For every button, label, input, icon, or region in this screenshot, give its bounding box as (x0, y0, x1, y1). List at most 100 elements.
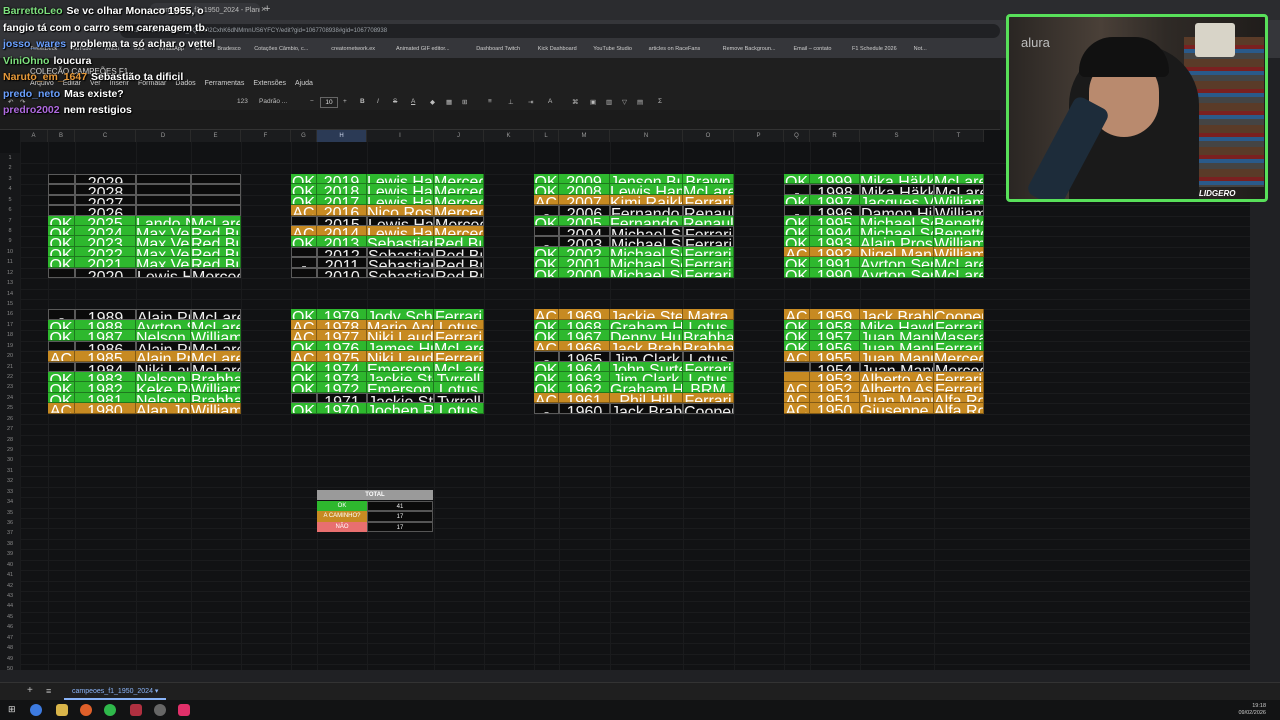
system-clock[interactable]: 19:18 09/02/2026 (1238, 703, 1266, 717)
team-cell[interactable]: Cooper (934, 309, 984, 320)
row-header[interactable]: 8 (0, 226, 20, 237)
year-cell[interactable]: 1972 (317, 382, 367, 393)
driver-cell[interactable]: Michael Schumacher (610, 246, 683, 258)
team-cell[interactable]: Benetton (934, 226, 984, 237)
team-cell[interactable]: Red Bull (434, 257, 484, 268)
year-cell[interactable]: 1998 (810, 184, 860, 195)
driver-cell[interactable]: Graham Hill (610, 319, 683, 331)
year-cell[interactable]: 1976 (317, 340, 367, 352)
driver-cell[interactable]: Ayrton Senna (860, 267, 934, 279)
status-cell[interactable]: AC (534, 340, 559, 352)
status-cell[interactable]: OK (534, 330, 559, 341)
driver-cell[interactable]: Lewis Hamilton (367, 215, 434, 226)
status-cell[interactable]: OK (48, 236, 75, 247)
team-cell[interactable]: Williams (191, 330, 241, 341)
driver-cell[interactable]: Jim Clark (610, 351, 683, 362)
team-cell[interactable]: McLaren (934, 184, 984, 195)
year-cell[interactable]: 1965 (559, 351, 610, 362)
status-cell[interactable]: AC (534, 194, 559, 206)
team-cell[interactable]: Alfa Romeo (934, 403, 984, 414)
team-cell[interactable]: Mercedes (191, 267, 241, 279)
driver-cell[interactable] (136, 194, 191, 206)
team-cell[interactable]: McLaren (434, 361, 484, 373)
driver-cell[interactable]: Denny Hulme (610, 330, 683, 341)
driver-cell[interactable]: Jackie Stewart (610, 309, 683, 320)
row-header[interactable]: 33 (0, 486, 20, 498)
status-cell[interactable]: OK (48, 372, 75, 383)
driver-cell[interactable]: Lewis Hamilton (367, 184, 434, 195)
row-header[interactable]: 44 (0, 601, 20, 612)
status-cell[interactable]: AC (534, 309, 559, 320)
year-cell[interactable]: 2012 (317, 246, 367, 258)
driver-cell[interactable]: Ayrton Senna (860, 257, 934, 268)
team-cell[interactable]: Ferrari (434, 309, 484, 320)
year-cell[interactable]: 2005 (559, 215, 610, 226)
bookmark-item[interactable]: articles on RaceFans (649, 46, 701, 52)
year-cell[interactable]: 1951 (810, 392, 860, 404)
status-cell[interactable]: AC (291, 319, 317, 331)
year-cell[interactable]: 1985 (75, 351, 136, 362)
driver-cell[interactable] (136, 173, 191, 185)
row-header[interactable]: 14 (0, 288, 20, 299)
row-header[interactable]: 36 (0, 518, 20, 529)
column-header[interactable]: B (48, 130, 75, 142)
year-cell[interactable]: 2023 (75, 236, 136, 247)
status-cell[interactable]: OK (48, 226, 75, 237)
driver-cell[interactable]: Alain Prost (136, 351, 191, 362)
year-cell[interactable]: 2000 (559, 267, 610, 279)
column-header[interactable]: K (484, 130, 534, 142)
url-input[interactable]: ...1V7hN8UWWwIAT_1QlGc02CxhK6dNMmnUS6YFC… (120, 24, 1000, 38)
team-cell[interactable]: Lotus (683, 372, 734, 383)
status-cell[interactable]: - (534, 205, 559, 216)
driver-cell[interactable]: Fernando Alonso (610, 215, 683, 226)
status-cell[interactable]: OK (784, 236, 810, 247)
driver-cell[interactable]: James Hunt (367, 340, 434, 352)
row-header[interactable]: 6 (0, 205, 20, 216)
year-cell[interactable]: 1952 (810, 382, 860, 393)
driver-cell[interactable]: Alberto Ascari (860, 372, 934, 383)
status-cell[interactable]: OK (48, 382, 75, 393)
team-cell[interactable]: Cooper (683, 403, 734, 414)
driver-cell[interactable]: Keke Rosberg (136, 382, 191, 393)
spreadsheet-grid[interactable]: A B C D E F G H I J K L M N O P Q R S T 1 2 3 4 5 6 7 8 9 10 11 12 13 14 1… (0, 130, 1250, 670)
font-size-input[interactable]: 10 (320, 97, 338, 108)
row-header[interactable]: 1 (0, 153, 20, 164)
row-header[interactable]: 9 (0, 236, 20, 247)
year-cell[interactable]: 1994 (810, 226, 860, 237)
driver-cell[interactable]: Max Verstappen (136, 257, 191, 268)
status-cell[interactable]: - (48, 361, 75, 373)
row-header[interactable]: 19 (0, 340, 20, 352)
row-header[interactable]: 10 (0, 246, 20, 258)
driver-cell[interactable]: Lewis Hamilton (367, 226, 434, 237)
driver-cell[interactable]: Jackie Stewart (367, 392, 434, 404)
column-header[interactable]: E (191, 130, 241, 142)
team-cell[interactable]: Mercedes (934, 351, 984, 362)
status-cell[interactable]: AC (784, 309, 810, 320)
year-cell[interactable]: 1982 (75, 382, 136, 393)
driver-cell[interactable]: Phil Hill (610, 392, 683, 404)
row-header[interactable]: 28 (0, 434, 20, 446)
bookmark-item[interactable]: F1 Schedule 2026 (852, 46, 897, 52)
driver-cell[interactable]: Lewis Hamilton (136, 267, 191, 279)
driver-cell[interactable]: Lewis Hamilton (610, 184, 683, 195)
driver-cell[interactable]: Michael Schumacher (860, 226, 934, 237)
decrease-font-icon[interactable]: − (310, 98, 314, 105)
bold-icon[interactable]: B (360, 98, 365, 105)
row-header[interactable]: 5 (0, 194, 20, 206)
year-cell[interactable]: 1981 (75, 392, 136, 404)
year-cell[interactable]: 2001 (559, 257, 610, 268)
status-cell[interactable]: - (291, 267, 317, 279)
status-cell[interactable]: - (291, 246, 317, 258)
team-cell[interactable]: Ferrari (683, 361, 734, 373)
team-cell[interactable]: Lotus (683, 319, 734, 331)
column-header[interactable]: S (860, 130, 934, 142)
row-header[interactable]: 15 (0, 299, 20, 310)
team-cell[interactable]: Red Bull (191, 257, 241, 268)
status-cell[interactable]: AC (48, 351, 75, 362)
rotate-icon[interactable]: A (548, 98, 552, 105)
row-header[interactable]: 30 (0, 455, 20, 466)
team-cell[interactable]: Brabham (683, 330, 734, 341)
team-cell[interactable]: Williams (934, 246, 984, 258)
team-cell[interactable]: Red Bull (191, 236, 241, 247)
team-cell[interactable]: Ferrari (683, 257, 734, 268)
